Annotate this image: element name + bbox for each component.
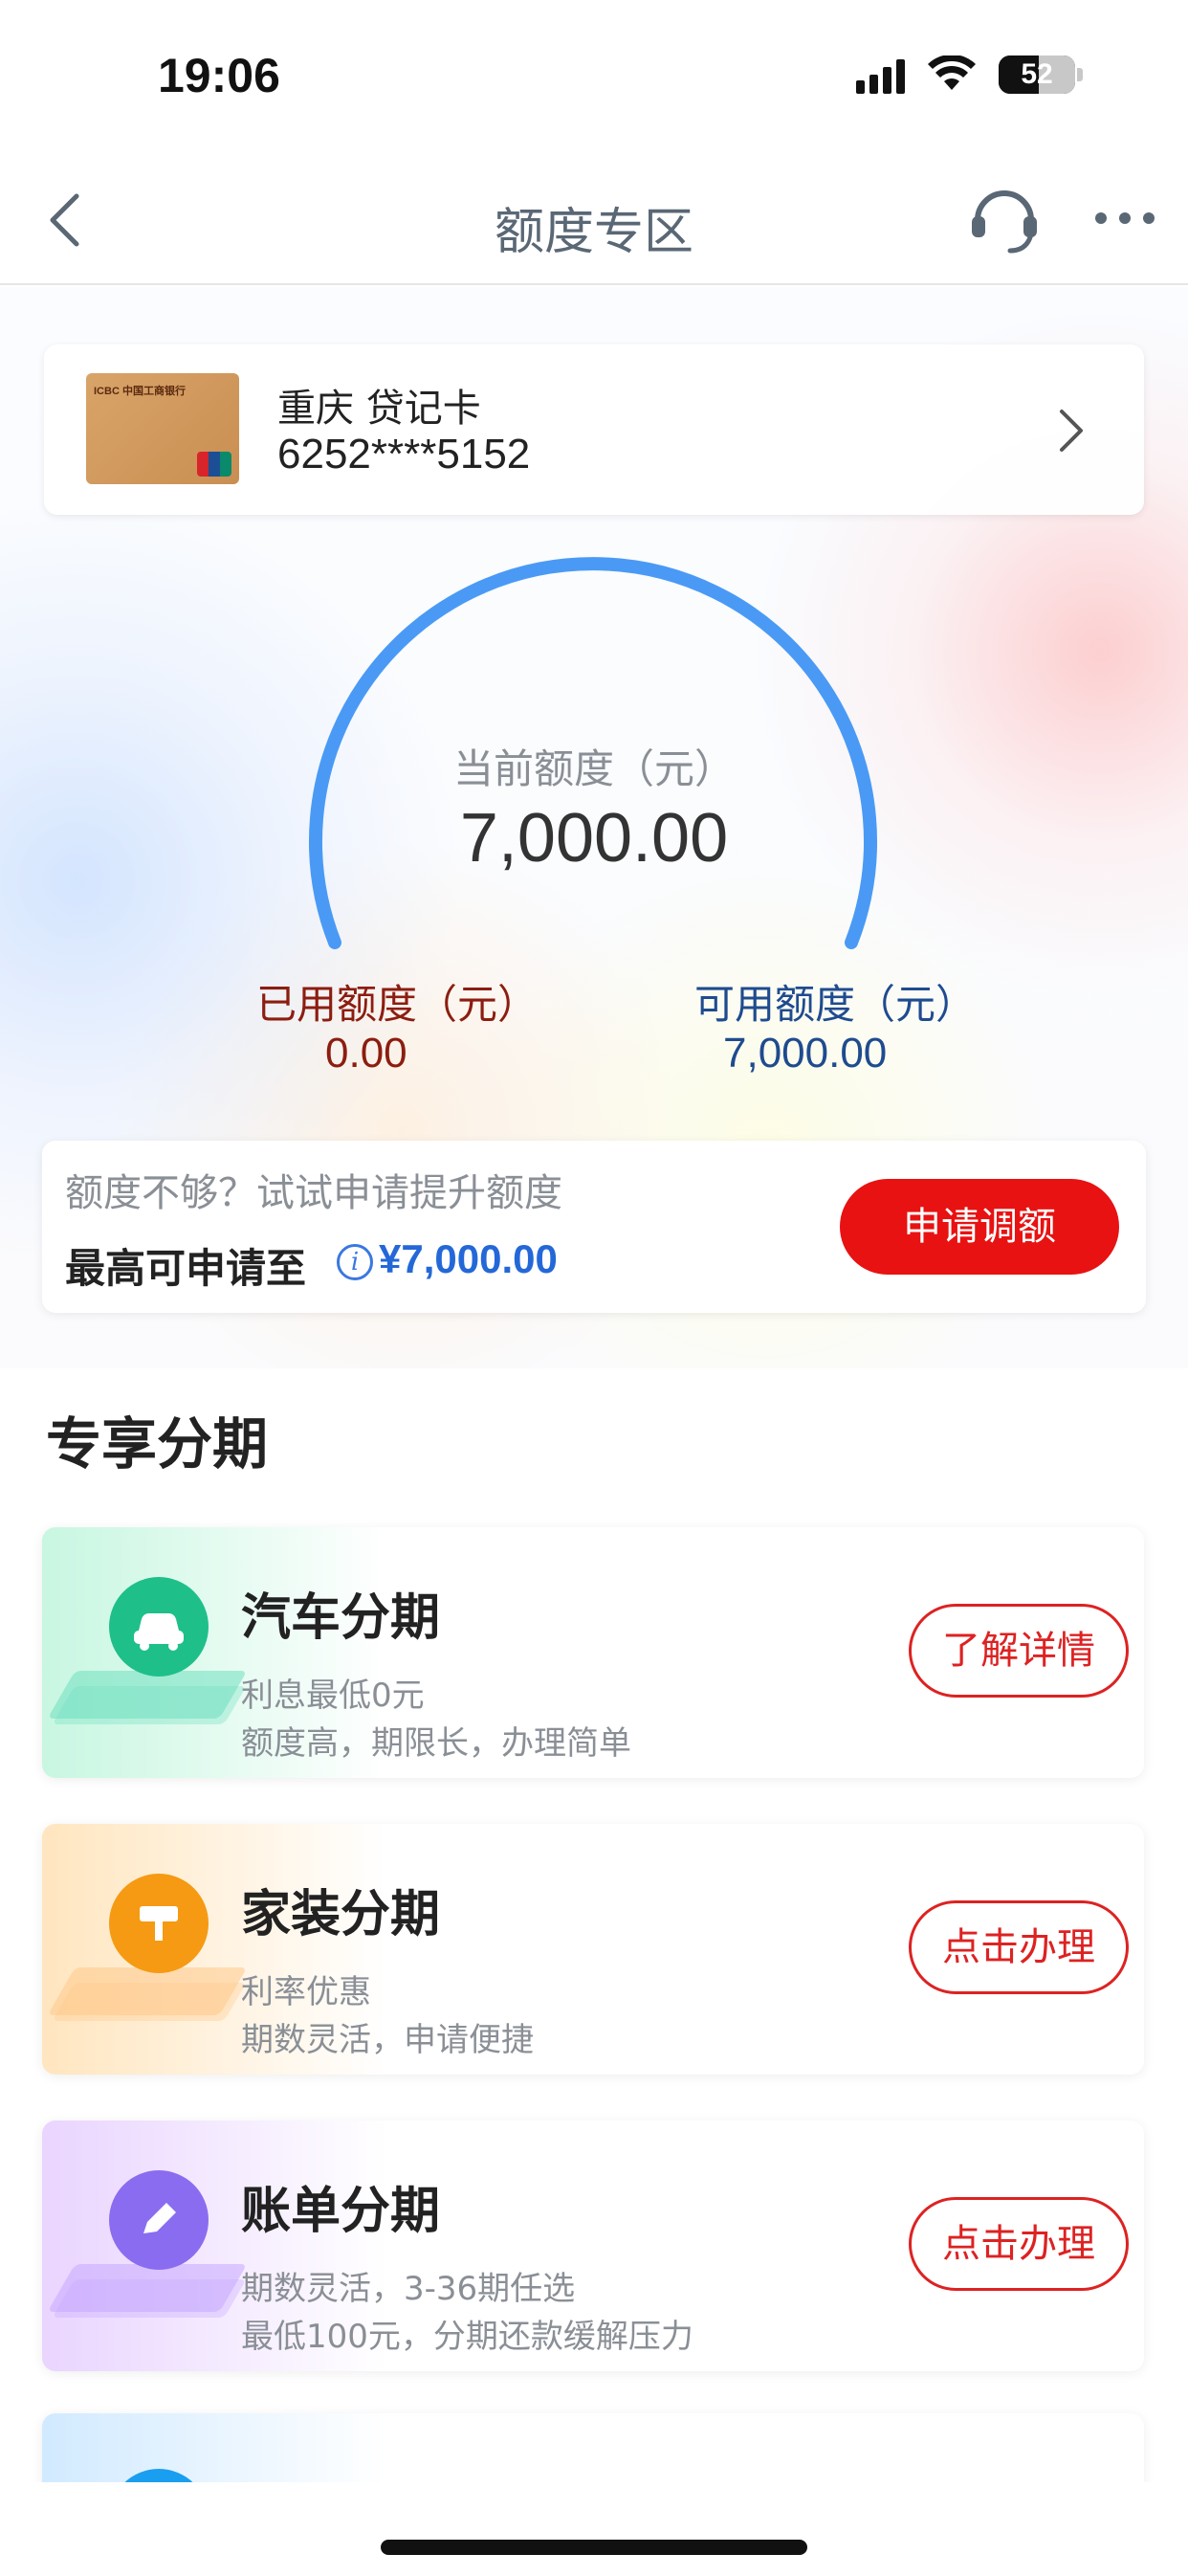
card-name: 重庆 贷记卡 [277, 387, 481, 431]
available-limit-value: 7,000.00 [723, 1030, 888, 1077]
apply-adjust-button[interactable]: 申请调额 [840, 1179, 1119, 1275]
section-title: 专享分期 [46, 1411, 269, 1477]
card-selector[interactable]: ICBC 中国工商银行 重庆 贷记卡 6252****5152 [44, 344, 1144, 515]
installment-title: 家装分期 [241, 1886, 441, 1943]
battery-icon: 52 [999, 56, 1083, 94]
used-limit-value: 0.00 [325, 1030, 407, 1077]
installment-title: 汽车分期 [241, 1589, 441, 1647]
more-icon[interactable] [1095, 199, 1162, 237]
installment-desc: 额度高，期限长，办理简单 [241, 1724, 631, 1763]
navigation-bar: 额度专区 [0, 153, 1188, 285]
wifi-icon [928, 56, 976, 90]
max-apply-value: ¥7,000.00 [379, 1236, 558, 1281]
apply-now-button[interactable]: 点击办理 [909, 1900, 1129, 1994]
card-thumbnail: ICBC 中国工商银行 [86, 373, 239, 484]
home-indicator-area [0, 2482, 1188, 2576]
status-bar: 19:06 52 [0, 0, 1188, 153]
battery-level: 52 [1021, 58, 1053, 90]
status-indicators: 52 [856, 56, 1083, 94]
car-icon [109, 1577, 209, 1677]
pencil-icon [109, 2170, 209, 2270]
installment-desc: 利率优惠 [241, 1973, 371, 2011]
increase-hint: 额度不够？试试申请提升额度 [65, 1171, 562, 1215]
installment-card-bill[interactable]: 账单分期 期数灵活，3-36期任选 最低100元，分期还款缓解压力 点击办理 [42, 2121, 1144, 2371]
increase-limit-panel: 额度不够？试试申请提升额度 最高可申请至 i ¥7,000.00 申请调额 [42, 1141, 1146, 1313]
apply-now-button[interactable]: 点击办理 [909, 2197, 1129, 2291]
unionpay-logo-icon [197, 452, 231, 477]
customer-service-icon[interactable] [966, 180, 1043, 256]
installment-card-car[interactable]: 汽车分期 利息最低0元 额度高，期限长，办理简单 了解详情 [42, 1527, 1144, 1778]
max-apply-label: 最高可申请至 [65, 1245, 307, 1292]
installment-desc: 最低100元，分期还款缓解压力 [241, 2318, 693, 2356]
paint-roller-icon [109, 1874, 209, 1973]
learn-more-button[interactable]: 了解详情 [909, 1604, 1129, 1698]
installment-card-home[interactable]: 家装分期 利率优惠 期数灵活，申请便捷 点击办理 [42, 1824, 1144, 2075]
installment-desc: 期数灵活，3-36期任选 [241, 2270, 576, 2308]
installment-desc: 期数灵活，申请便捷 [241, 2021, 534, 2059]
current-limit-value: 7,000.00 [459, 800, 729, 877]
status-time: 19:06 [158, 49, 280, 102]
current-limit-label: 当前额度（元） [452, 745, 735, 792]
cellular-signal-icon [856, 56, 905, 94]
chevron-right-icon[interactable] [1052, 397, 1090, 464]
info-icon[interactable]: i [337, 1244, 373, 1280]
installment-desc: 利息最低0元 [241, 1677, 425, 1715]
used-limit-label: 已用额度（元） [256, 981, 539, 1028]
home-indicator[interactable] [381, 2540, 807, 2555]
available-limit-label: 可用额度（元） [694, 981, 977, 1028]
card-number: 6252****5152 [277, 431, 531, 477]
installment-title: 账单分期 [241, 2183, 441, 2240]
